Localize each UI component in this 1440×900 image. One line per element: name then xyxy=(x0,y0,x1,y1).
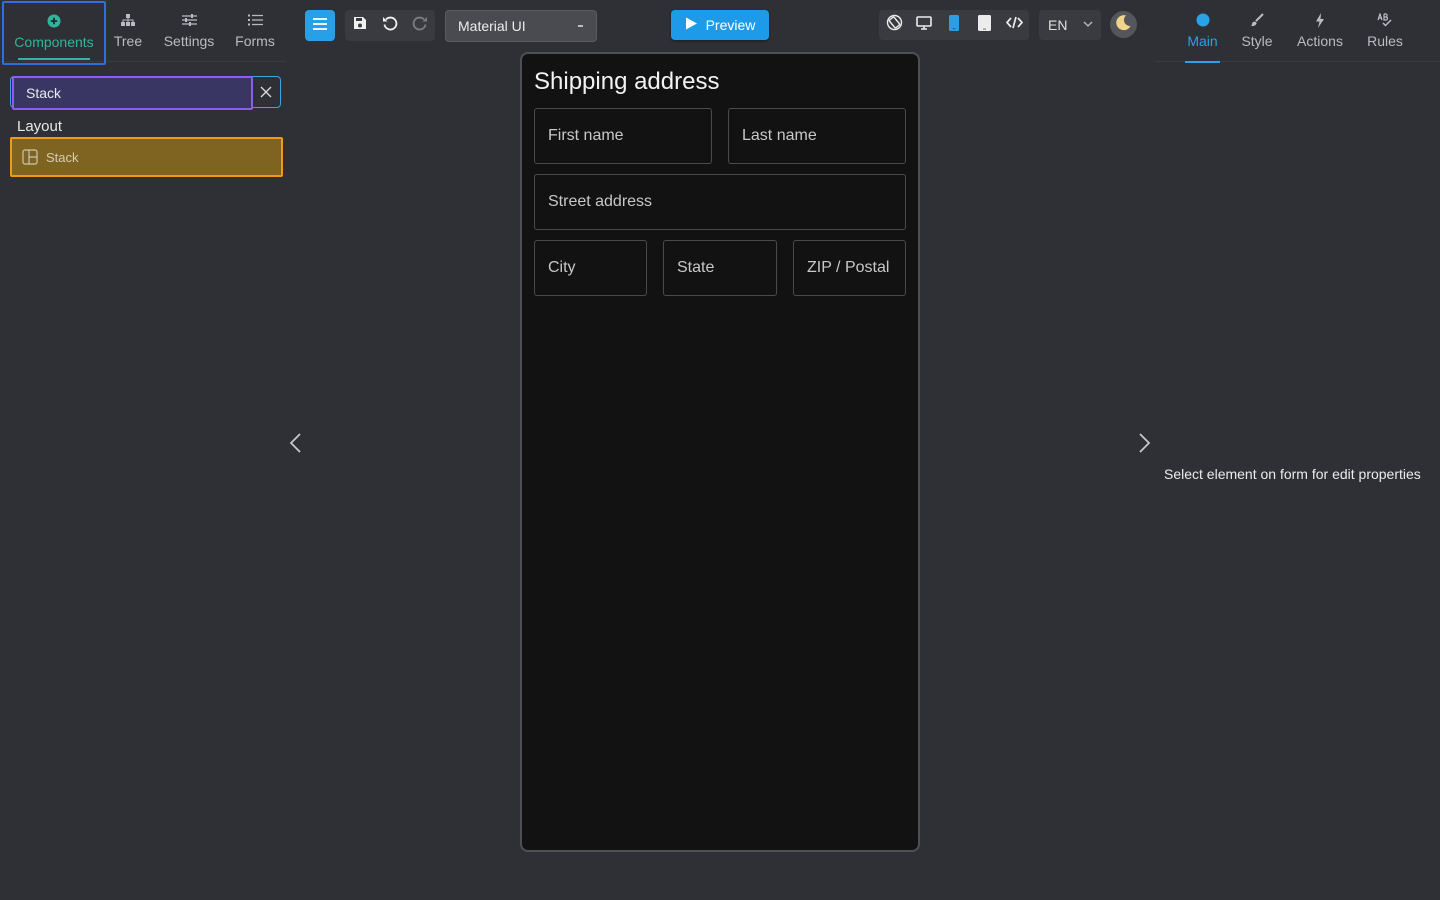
layout-icon xyxy=(22,149,38,165)
sliders-icon xyxy=(181,11,197,29)
chevron-left-icon xyxy=(288,433,302,458)
collapse-right-panel-button[interactable] xyxy=(1138,432,1158,454)
right-tab-bar: Main Style Actions Rules xyxy=(1155,0,1440,63)
properties-hint: Select element on form for edit properti… xyxy=(1164,466,1421,482)
plus-circle-icon xyxy=(47,12,61,30)
field-label: State xyxy=(677,259,715,276)
tab-settings[interactable]: Settings xyxy=(158,0,220,62)
first-name-field[interactable]: First name xyxy=(534,108,712,164)
close-icon[interactable] xyxy=(258,84,274,100)
section-label-layout: Layout xyxy=(17,118,63,135)
left-tab-bar: Components Tree Settings Forms xyxy=(0,0,286,65)
form-canvas[interactable]: Shipping address First name Last name St… xyxy=(520,52,920,852)
language-value: EN xyxy=(1048,17,1068,33)
street-address-field[interactable]: Street address xyxy=(534,174,906,230)
tab-forms[interactable]: Forms xyxy=(228,0,282,62)
dark-mode-toggle[interactable] xyxy=(1110,11,1137,38)
tab-actions[interactable]: Actions xyxy=(1295,0,1345,62)
spellcheck-icon xyxy=(1377,11,1393,29)
list-icon xyxy=(247,11,263,29)
dot-icon xyxy=(1196,11,1210,29)
tab-style-label: Style xyxy=(1241,33,1273,49)
tab-forms-label: Forms xyxy=(235,33,275,49)
tab-rules-label: Rules xyxy=(1367,33,1403,49)
tree-icon xyxy=(121,11,135,29)
tab-style[interactable]: Style xyxy=(1240,0,1274,62)
brush-icon xyxy=(1250,11,1264,29)
collapse-left-panel-button[interactable] xyxy=(288,432,308,454)
theme-select[interactable]: Material UI xyxy=(445,10,597,42)
menu-button[interactable] xyxy=(305,10,335,41)
tab-settings-label: Settings xyxy=(163,33,215,49)
code-view-button[interactable] xyxy=(999,10,1029,40)
redo-icon xyxy=(412,15,428,36)
component-item-stack[interactable]: Stack xyxy=(10,137,283,177)
chevron-down-icon xyxy=(578,25,583,27)
hamburger-icon xyxy=(313,17,327,35)
bolt-icon xyxy=(1315,11,1325,29)
component-search xyxy=(10,76,281,110)
language-select[interactable]: EN xyxy=(1039,10,1101,40)
component-item-label: Stack xyxy=(46,149,79,165)
save-button[interactable] xyxy=(345,10,375,41)
code-icon xyxy=(1005,16,1023,34)
theme-select-value: Material UI xyxy=(458,18,526,34)
moon-icon xyxy=(1115,14,1132,36)
desktop-icon xyxy=(916,15,932,35)
tab-main-label: Main xyxy=(1187,33,1218,49)
left-panel: Components Tree Settings Forms Layou xyxy=(0,0,286,900)
chevron-right-icon xyxy=(1138,433,1152,458)
field-label: ZIP / Postal xyxy=(807,259,890,276)
search-input[interactable] xyxy=(12,76,253,110)
tab-components-label: Components xyxy=(14,34,94,50)
form-title[interactable]: Shipping address xyxy=(534,68,719,96)
tab-main[interactable]: Main xyxy=(1185,0,1220,63)
tab-rules[interactable]: Rules xyxy=(1365,0,1405,62)
rotate-button[interactable] xyxy=(879,10,909,40)
mobile-view-button[interactable] xyxy=(939,10,969,40)
field-label: Street address xyxy=(548,193,653,210)
tab-tree[interactable]: Tree xyxy=(108,0,148,62)
undo-button[interactable] xyxy=(375,10,405,41)
active-tab-indicator xyxy=(18,58,90,60)
viewport-switcher xyxy=(879,10,1029,40)
state-field[interactable]: State xyxy=(663,240,777,296)
tab-components[interactable]: Components xyxy=(2,1,106,65)
city-field[interactable]: City xyxy=(534,240,647,296)
desktop-view-button[interactable] xyxy=(909,10,939,40)
field-label: Last name xyxy=(742,127,817,144)
mobile-icon xyxy=(949,14,959,36)
undo-icon xyxy=(382,15,398,36)
tab-actions-label: Actions xyxy=(1297,33,1343,49)
tablet-icon xyxy=(977,14,991,36)
last-name-field[interactable]: Last name xyxy=(728,108,906,164)
play-icon xyxy=(685,17,697,33)
tab-tree-label: Tree xyxy=(113,33,143,49)
zip-field[interactable]: ZIP / Postal xyxy=(793,240,906,296)
save-icon xyxy=(353,16,367,35)
preview-button-label: Preview xyxy=(705,17,756,33)
field-label: City xyxy=(548,259,576,276)
redo-button[interactable] xyxy=(405,10,435,41)
active-tab-indicator xyxy=(1185,61,1220,63)
tablet-view-button[interactable] xyxy=(969,10,999,40)
rotate-device-icon xyxy=(886,14,903,36)
file-actions xyxy=(345,10,435,41)
preview-button[interactable]: Preview xyxy=(671,10,769,40)
field-label: First name xyxy=(548,127,624,144)
